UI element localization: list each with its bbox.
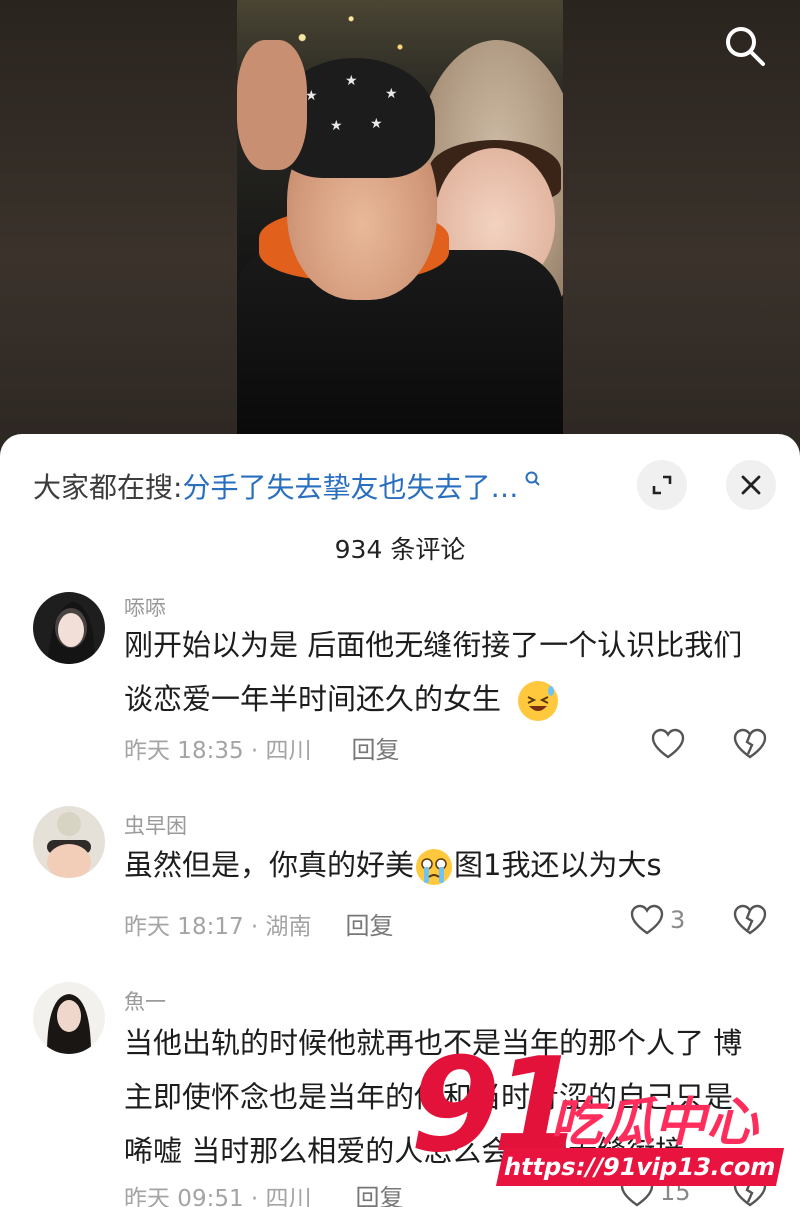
comment-text: 虽然但是，你真的好美 图1我还以为大s xyxy=(124,838,774,892)
comment-text-part: 图1我还以为大s xyxy=(454,848,662,882)
comment-meta: 昨天 09:51 · 四川 回复 xyxy=(124,1178,404,1207)
comment-item: 㖭㖭 刚开始以为是 后面他无缝衔接了一个认识比我们 谈恋爱一年半时间还久的女生 … xyxy=(0,592,800,772)
comment-text: 刚开始以为是 后面他无缝衔接了一个认识比我们 谈恋爱一年半时间还久的女生 xyxy=(124,618,774,726)
comment-item: 虫早困 虽然但是，你真的好美 图1我还以为大s 昨天 18:17 · 湖南 回复 xyxy=(0,806,800,946)
dislike-button[interactable] xyxy=(733,1176,767,1207)
comment-text-line: 唏嘘 当时那么相爱的人怎么会做到无缝衔接 xyxy=(124,1134,685,1168)
expand-button[interactable] xyxy=(637,460,687,510)
like-count: 3 xyxy=(670,906,686,934)
comment-text-line: 刚开始以为是 后面他无缝衔接了一个认识比我们 xyxy=(124,628,743,662)
expand-icon xyxy=(652,475,672,495)
comment-time-location: 昨天 18:17 · 湖南 xyxy=(124,913,312,940)
crying-face-emoji xyxy=(414,847,454,887)
close-icon xyxy=(741,475,761,495)
video-frame-photo: ★ ★ ★ ★ ★ xyxy=(237,0,563,470)
trending-search-prefix: 大家都在搜: xyxy=(33,471,183,504)
comment-text: 当他出轨的时候他就再也不是当年的那个人了 博 主即使怀念也是当年的他和当时青涩的… xyxy=(124,1016,774,1178)
comment-text-line: 当他出轨的时候他就再也不是当年的那个人了 博 xyxy=(124,1026,743,1060)
broken-heart-icon xyxy=(733,1176,767,1207)
avatar[interactable] xyxy=(33,982,105,1054)
heart-icon xyxy=(651,728,685,759)
grinning-sweat-emoji xyxy=(518,681,559,721)
avatar[interactable] xyxy=(33,592,105,664)
raised-arm xyxy=(237,40,307,170)
small-search-icon xyxy=(524,470,542,492)
comment-item: 魚一 当他出轨的时候他就再也不是当年的那个人了 博 主即使怀念也是当年的他和当时… xyxy=(0,982,800,1207)
comment-text-line-2: 谈恋爱一年半时间还久的女生 xyxy=(124,672,774,726)
avatar[interactable] xyxy=(33,806,105,878)
like-count: 15 xyxy=(660,1178,691,1206)
broken-heart-icon xyxy=(733,728,767,759)
video-player-area[interactable]: ★ ★ ★ ★ ★ xyxy=(0,0,800,470)
comment-username[interactable]: 虫早困 xyxy=(124,810,187,840)
heart-icon xyxy=(620,1176,654,1207)
search-icon[interactable] xyxy=(723,24,767,68)
comment-text-part: 虽然但是，你真的好美 xyxy=(124,848,415,882)
comment-text-part: 谈恋爱一年半时间还久的女生 xyxy=(124,682,502,716)
comment-time-location: 昨天 09:51 · 四川 xyxy=(124,1185,312,1207)
close-button[interactable] xyxy=(726,460,776,510)
comment-text-line: 主即使怀念也是当年的他和当时青涩的自己只是 xyxy=(124,1080,734,1114)
reply-button[interactable]: 回复 xyxy=(352,730,400,765)
comment-count-title: 934 条评论 xyxy=(334,535,466,564)
dislike-button[interactable] xyxy=(733,904,767,940)
broken-heart-icon xyxy=(733,904,767,935)
heart-icon xyxy=(630,904,664,935)
comment-username[interactable]: 魚一 xyxy=(124,986,166,1016)
dislike-button[interactable] xyxy=(733,728,767,764)
reply-button[interactable]: 回复 xyxy=(346,906,394,941)
comment-meta: 昨天 18:17 · 湖南 回复 xyxy=(124,906,394,941)
like-button[interactable]: 3 xyxy=(630,904,685,936)
comment-sheet: 大家都在搜: 分手了失去挚友也失去了… 934 条评论 㖭㖭 刚开始以为是 后面… xyxy=(0,434,800,1207)
reply-button[interactable]: 回复 xyxy=(356,1178,404,1207)
like-button[interactable] xyxy=(651,728,685,760)
trending-search-query[interactable]: 分手了失去挚友也失去了… xyxy=(182,466,518,506)
comment-meta: 昨天 18:35 · 四川 回复 xyxy=(124,730,400,765)
like-button[interactable]: 15 xyxy=(620,1176,691,1207)
comment-time-location: 昨天 18:35 · 四川 xyxy=(124,737,312,764)
